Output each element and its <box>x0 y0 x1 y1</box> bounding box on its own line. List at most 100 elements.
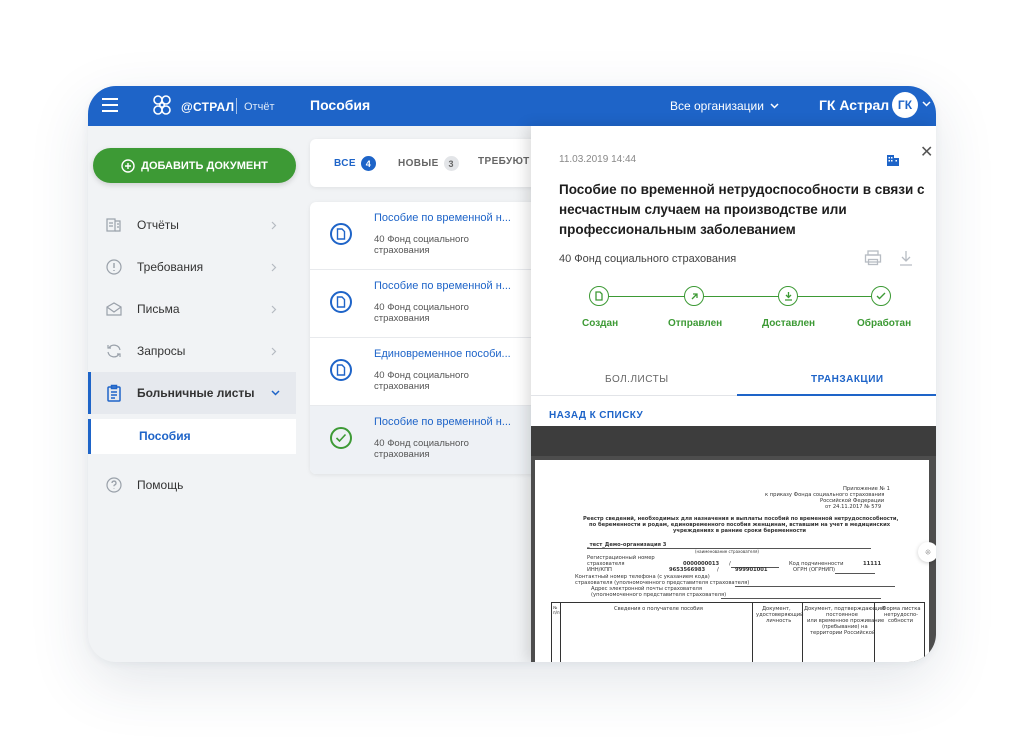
step-label: Доставлен <box>762 318 816 329</box>
help-icon <box>104 475 124 495</box>
tab-sick-leaves[interactable]: БОЛ.ЛИСТЫ <box>605 374 669 385</box>
list-item-title: Пособие по временной н... <box>374 212 511 224</box>
clipboard-icon <box>104 383 124 403</box>
doc-heading: учреждениях в ранние сроки беременности <box>673 528 807 534</box>
doc-line <box>735 586 895 587</box>
sidebar-item-label: Письма <box>137 302 180 316</box>
doc-table-cell: территории Российской <box>810 630 876 636</box>
doc-table-cell: собности <box>888 618 914 624</box>
step-created-icon <box>589 286 609 306</box>
sidebar-item-label: Запросы <box>137 344 186 358</box>
chevron-right-icon <box>271 305 277 313</box>
panel-tabs: БОЛ.ЛИСТЫ ТРАНЗАКЦИИ <box>531 362 936 396</box>
doc-text: ОГРН (ОГРНИП) <box>793 567 836 573</box>
status-stepper: Создан Отправлен Доставлен Обработан <box>531 286 936 346</box>
list-item[interactable]: Пособие по временной н... 40 Фонд социал… <box>310 270 540 338</box>
sidebar-subitem-benefits[interactable]: Пособия <box>88 419 296 454</box>
sidebar-item-requirements[interactable]: Требования <box>88 246 296 288</box>
doc-text: (уполномоченного представителя страховат… <box>591 592 727 598</box>
top-bar: @СТРАЛ Отчёт Пособия Все организации ГК … <box>88 86 936 126</box>
document-status-icon <box>330 223 352 245</box>
sidebar-subitem-label: Пособия <box>139 429 191 443</box>
sidebar-item-help[interactable]: Помощь <box>88 464 296 506</box>
list-item-title: Пособие по временной н... <box>374 416 511 428</box>
add-document-label: ДОБАВИТЬ ДОКУМЕНТ <box>141 159 268 172</box>
doc-table-divider <box>560 603 561 662</box>
refresh-icon <box>104 341 124 361</box>
document-viewer[interactable]: Приложение № 1 к приказу Фонда социально… <box>531 426 936 662</box>
sidebar-item-queries[interactable]: Запросы <box>88 330 296 372</box>
astral-logo-icon <box>153 95 171 115</box>
chevron-right-icon <box>271 347 277 355</box>
sidebar-item-label: Помощь <box>137 478 184 492</box>
doc-table-cell: личность <box>766 618 792 624</box>
document-title: Пособие по временной нетрудоспособности … <box>559 182 925 237</box>
tab-new[interactable]: НОВЫЕ 3 <box>398 156 459 171</box>
avatar[interactable]: ГК <box>892 92 918 118</box>
step-sent-icon <box>684 286 704 306</box>
documents-list: Пособие по временной н... 40 Фонд социал… <box>310 202 540 474</box>
organization-select-label: Все организации <box>670 99 764 113</box>
tab-all[interactable]: ВСЕ 4 <box>334 156 376 171</box>
doc-text: ИНН/КПП <box>587 567 612 573</box>
count-badge: 4 <box>360 156 376 171</box>
user-name[interactable]: ГК Астрал <box>819 97 889 113</box>
doc-text: (наименование страхователя) <box>695 549 759 554</box>
list-item-title: Единовременное пособи... <box>374 348 511 360</box>
page-title: Пособия <box>310 97 371 113</box>
chevron-down-icon <box>770 103 779 109</box>
doc-text: 9653566983 <box>669 567 706 573</box>
document-status-icon <box>330 359 352 381</box>
tab-label: НОВЫЕ <box>398 158 439 169</box>
list-item[interactable]: Пособие по временной н... 40 Фонд социал… <box>310 406 540 474</box>
tab-label: ВСЕ <box>334 158 356 169</box>
chevron-down-icon <box>271 390 280 396</box>
sidebar-item-reports[interactable]: Отчёты <box>88 204 296 246</box>
building-icon[interactable] <box>886 153 900 167</box>
doc-table: № п/п Сведения о получателе пособия Доку… <box>551 602 925 662</box>
sidebar-item-label: Требования <box>137 260 204 274</box>
sidebar-item-sick-leaves[interactable]: Больничные листы <box>88 372 296 414</box>
doc-text: / <box>717 567 719 573</box>
document-date: 11.03.2019 14:44 <box>559 154 637 165</box>
step-label: Обработан <box>857 318 912 329</box>
logo-text: @СТРАЛ <box>181 100 235 114</box>
list-item-subtitle: 40 Фонд социального страхования <box>374 370 469 392</box>
list-item-subtitle: 40 Фонд социального страхования <box>374 234 469 256</box>
doc-text: 999901001 <box>735 567 768 573</box>
chevron-down-icon[interactable] <box>922 101 931 107</box>
chevron-right-icon <box>271 263 277 271</box>
document-status-icon <box>330 291 352 313</box>
back-to-list-link[interactable]: НАЗАД К СПИСКУ <box>549 410 643 421</box>
menu-icon[interactable] <box>102 98 118 112</box>
alert-circle-icon <box>104 257 124 277</box>
doc-line <box>835 573 875 574</box>
document-organization: 40 Фонд социального страхования <box>559 253 737 265</box>
logo-divider <box>236 98 237 114</box>
organization-select[interactable]: Все организации <box>670 99 779 113</box>
list-item[interactable]: Пособие по временной н... 40 Фонд социал… <box>310 202 540 270</box>
document-page: Приложение № 1 к приказу Фонда социально… <box>535 460 929 662</box>
plus-circle-icon <box>121 158 135 173</box>
sidebar-item-letters[interactable]: Письма <box>88 288 296 330</box>
count-badge: 3 <box>443 156 459 171</box>
step-label: Отправлен <box>668 318 723 329</box>
doc-table-cell: Сведения о получателе пособия <box>614 606 703 612</box>
tab-transactions[interactable]: ТРАНЗАКЦИИ <box>811 374 884 385</box>
doc-text: 11111 <box>863 561 882 567</box>
print-icon[interactable] <box>864 250 882 266</box>
check-status-icon <box>330 427 352 449</box>
list-item[interactable]: Единовременное пособи... 40 Фонд социаль… <box>310 338 540 406</box>
drag-handle-icon[interactable]: ⁜ <box>918 542 936 562</box>
report-icon <box>104 215 124 235</box>
download-icon[interactable] <box>899 250 913 266</box>
step-label: Создан <box>582 318 619 329</box>
detail-panel: 11.03.2019 14:44 ✕ Пособие по временной … <box>531 126 936 662</box>
add-document-button[interactable]: ДОБАВИТЬ ДОКУМЕНТ <box>93 148 296 183</box>
envelope-icon <box>104 299 124 319</box>
close-icon[interactable]: ✕ <box>920 142 933 162</box>
doc-line <box>721 598 881 599</box>
doc-table-cell: п/п <box>553 610 560 615</box>
sidebar-item-label: Больничные листы <box>137 386 255 400</box>
step-delivered-icon <box>778 286 798 306</box>
